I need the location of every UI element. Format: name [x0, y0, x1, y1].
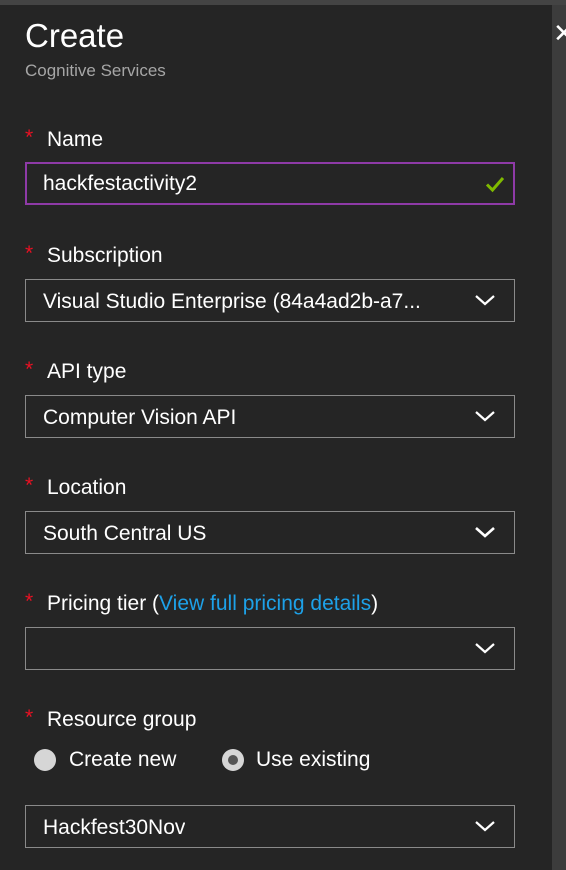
- location-dropdown[interactable]: South Central US: [25, 511, 515, 554]
- resource-group-value: Hackfest30Nov: [43, 816, 186, 839]
- pricing-tier-label-text: Pricing tier: [47, 592, 147, 615]
- api-type-value: Computer Vision API: [43, 406, 237, 429]
- location-label: * Location: [25, 474, 127, 501]
- use-existing-radio[interactable]: [222, 749, 244, 771]
- resource-group-dropdown[interactable]: Hackfest30Nov: [25, 805, 515, 848]
- page-subtitle: Cognitive Services: [25, 61, 166, 80]
- required-marker: *: [25, 706, 34, 729]
- api-type-label: * API type: [25, 358, 127, 385]
- subscription-value: Visual Studio Enterprise (84a4ad2b-a7...: [43, 290, 421, 313]
- resource-group-label-text: Resource group: [47, 708, 197, 731]
- name-label: * Name: [25, 126, 104, 153]
- chevron-down-icon: [475, 411, 495, 422]
- required-marker: *: [25, 358, 34, 381]
- chevron-down-icon: [475, 821, 495, 832]
- location-label-text: Location: [47, 476, 127, 499]
- name-input[interactable]: [43, 164, 473, 203]
- resource-group-label: * Resource group: [25, 706, 197, 733]
- page-title: Create: [25, 17, 125, 54]
- chevron-down-icon: [475, 527, 495, 538]
- name-field[interactable]: [25, 162, 515, 205]
- paren-open: (: [152, 592, 160, 615]
- use-existing-label[interactable]: Use existing: [256, 746, 370, 774]
- chevron-down-icon: [475, 295, 495, 306]
- name-label-text: Name: [47, 128, 104, 151]
- required-marker: *: [25, 242, 34, 265]
- chevron-down-icon: [475, 643, 495, 654]
- paren-close: ): [371, 592, 379, 615]
- subscription-label-text: Subscription: [47, 244, 163, 267]
- create-new-label[interactable]: Create new: [69, 746, 176, 774]
- subscription-dropdown[interactable]: Visual Studio Enterprise (84a4ad2b-a7...: [25, 279, 515, 322]
- subscription-label: * Subscription: [25, 242, 163, 269]
- required-marker: *: [25, 126, 34, 149]
- required-marker: *: [25, 590, 34, 613]
- api-type-dropdown[interactable]: Computer Vision API: [25, 395, 515, 438]
- view-pricing-details-link[interactable]: View full pricing details: [159, 592, 371, 615]
- pricing-tier-dropdown[interactable]: [25, 627, 515, 670]
- required-marker: *: [25, 474, 34, 497]
- pricing-tier-label: * Pricing tier (View full pricing details…: [25, 590, 379, 617]
- create-new-radio[interactable]: [34, 749, 56, 771]
- api-type-label-text: API type: [47, 360, 127, 383]
- close-icon[interactable]: ✕: [553, 18, 566, 48]
- checkmark-icon: [485, 177, 505, 193]
- location-value: South Central US: [43, 522, 207, 545]
